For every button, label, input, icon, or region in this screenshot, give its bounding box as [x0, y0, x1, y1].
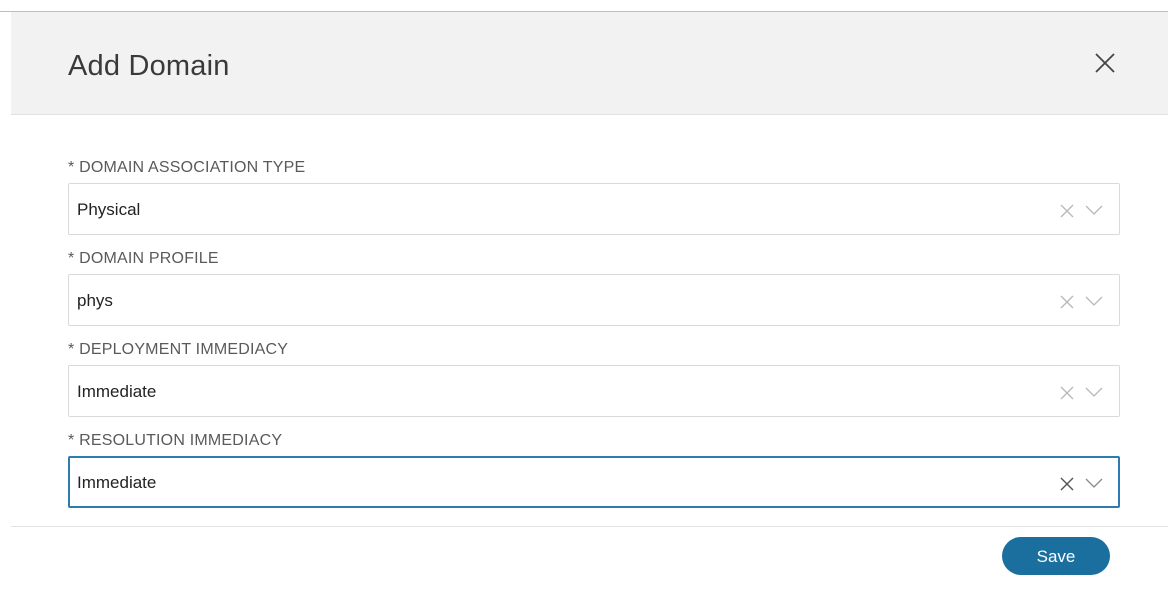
domain-association-type-select[interactable]: Physical — [68, 183, 1120, 235]
resolution-immediacy-value: Immediate — [77, 473, 157, 492]
domain-profile-label: * DOMAIN PROFILE — [68, 250, 219, 267]
save-button[interactable]: Save — [1002, 537, 1110, 575]
domain-association-type-value: Physical — [77, 200, 141, 219]
clear-icon[interactable] — [1059, 293, 1075, 309]
top-divider — [0, 0, 1168, 12]
dialog-title: Add Domain — [68, 50, 230, 82]
domain-profile-select[interactable]: phys — [68, 274, 1120, 326]
deployment-immediacy-label: * DEPLOYMENT IMMEDIACY — [68, 341, 289, 358]
clear-icon[interactable] — [1059, 202, 1075, 218]
dialog-header: Add Domain — [11, 12, 1168, 115]
domain-profile-value: phys — [77, 291, 113, 310]
clear-icon[interactable] — [1059, 384, 1075, 400]
resolution-immediacy-select[interactable]: Immediate — [68, 456, 1120, 508]
close-icon — [1095, 53, 1115, 73]
chevron-down-icon[interactable] — [1085, 386, 1103, 398]
chevron-down-icon[interactable] — [1085, 295, 1103, 307]
chevron-down-icon[interactable] — [1085, 204, 1103, 216]
chevron-down-icon[interactable] — [1085, 477, 1103, 489]
domain-association-type-label: * DOMAIN ASSOCIATION TYPE — [68, 159, 306, 176]
deployment-immediacy-value: Immediate — [77, 382, 157, 401]
deployment-immediacy-select[interactable]: Immediate — [68, 365, 1120, 417]
close-button[interactable] — [1091, 49, 1119, 77]
clear-icon[interactable] — [1059, 475, 1075, 491]
add-domain-dialog: Add Domain * DOMAIN ASSOCIATION TYPE Phy… — [11, 12, 1168, 603]
resolution-immediacy-label: * RESOLUTION IMMEDIACY — [68, 432, 283, 449]
dialog-body: * DOMAIN ASSOCIATION TYPE Physical * DOM… — [11, 115, 1168, 527]
